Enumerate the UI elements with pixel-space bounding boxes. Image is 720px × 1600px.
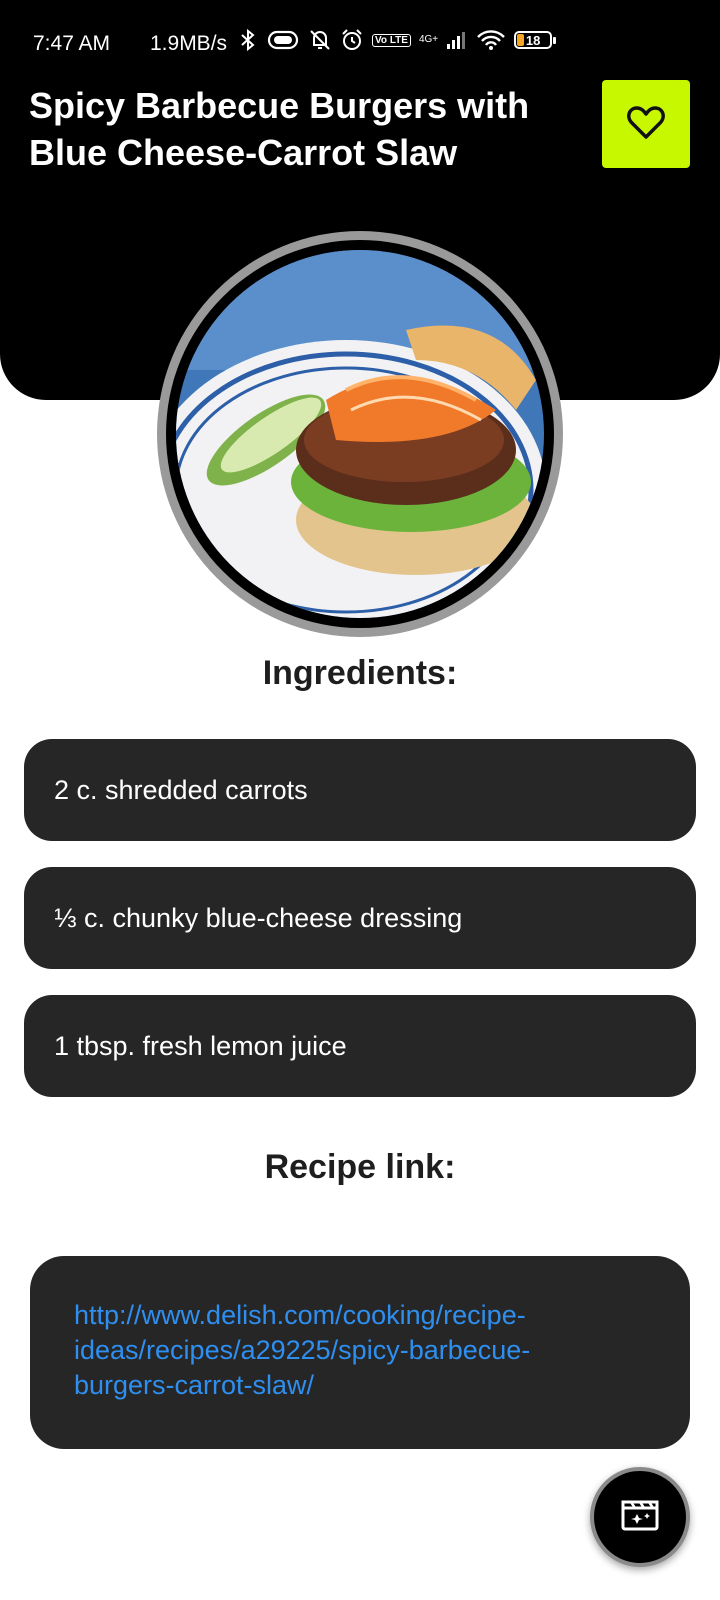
ingredient-item: ⅓ c. chunky blue-cheese dressing bbox=[24, 867, 696, 969]
status-time: 7:47 AM bbox=[33, 32, 111, 55]
status-bar: 7:47 AM 1.9MB/s Vo LTE 4G+ 18 bbox=[0, 24, 720, 64]
recipe-link-heading: Recipe link: bbox=[264, 1148, 456, 1186]
alarm-icon bbox=[340, 28, 364, 52]
ingredient-item: 2 c. shredded carrots bbox=[24, 739, 696, 841]
battery-icon: 18 bbox=[514, 31, 557, 49]
vibrate-icon bbox=[266, 29, 300, 51]
recipe-url-link[interactable]: http://www.delish.com/cooking/recipe-ide… bbox=[74, 1300, 530, 1400]
volte-icon: Vo LTE bbox=[372, 33, 411, 47]
bell-off-icon bbox=[308, 28, 332, 52]
recipe-photo-frame bbox=[166, 240, 554, 628]
ingredients-heading: Ingredients: bbox=[262, 654, 458, 692]
movie-clapper-icon bbox=[620, 1498, 660, 1537]
bluetooth-icon bbox=[238, 28, 258, 52]
burger-image bbox=[176, 250, 544, 618]
ingredient-item: 1 tbsp. fresh lemon juice bbox=[24, 995, 696, 1097]
wifi-icon bbox=[476, 29, 506, 51]
recipe-title: Spicy Barbecue Burgers with Blue Cheese-… bbox=[29, 85, 530, 173]
network-type-label: 4G+ bbox=[418, 34, 439, 45]
network-speed: 1.9MB/s bbox=[150, 32, 228, 55]
status-icons: Vo LTE 4G+ 18 bbox=[238, 28, 557, 52]
favorite-button[interactable] bbox=[602, 80, 690, 168]
battery-level: 18 bbox=[525, 32, 541, 48]
recipe-photo bbox=[157, 231, 563, 637]
heart-icon bbox=[626, 104, 666, 145]
signal-icon bbox=[446, 30, 468, 50]
recipe-link-card: http://www.delish.com/cooking/recipe-ide… bbox=[30, 1256, 690, 1449]
network-type-icon: 4G+ bbox=[419, 35, 438, 45]
video-fab-button[interactable] bbox=[590, 1467, 690, 1567]
